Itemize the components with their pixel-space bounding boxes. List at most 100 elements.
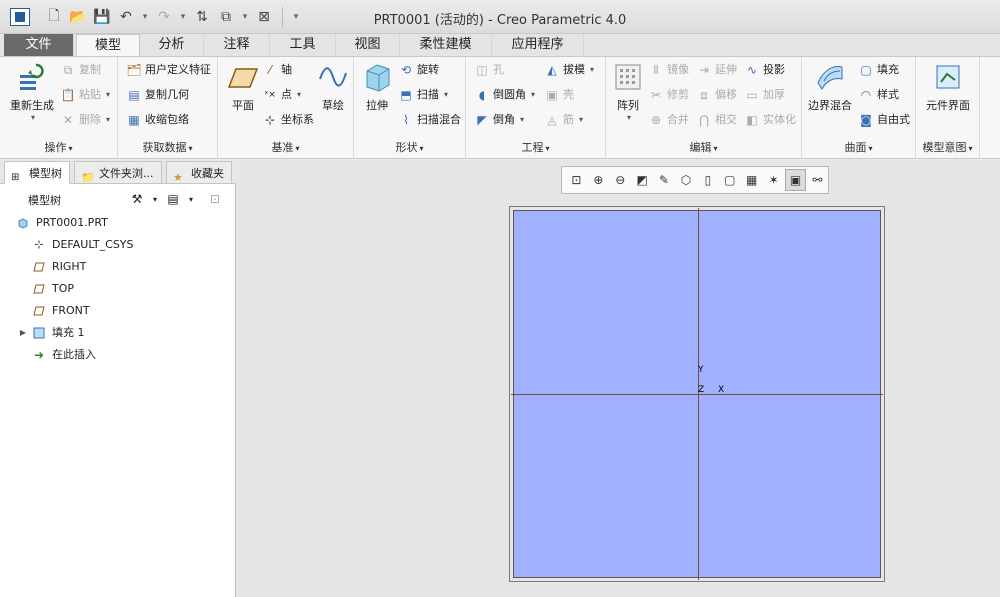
expand-arrow-icon[interactable]: ▶ xyxy=(18,326,28,340)
point-dropdown-icon[interactable]: ▾ xyxy=(297,84,301,106)
view-manager-icon[interactable]: ▯ xyxy=(697,169,718,191)
plane-button[interactable]: 平面 xyxy=(224,61,262,113)
tab-applications[interactable]: 应用程序 xyxy=(492,34,584,56)
fill-surface[interactable]: Y Z X xyxy=(511,208,883,580)
component-interface-button[interactable]: 元件界面 xyxy=(920,61,976,113)
chamfer-button[interactable]: ◤ 倒角 ▾ xyxy=(474,109,524,131)
tree-item-front[interactable]: FRONT xyxy=(32,300,90,322)
regenerate-dropdown-icon[interactable]: ▾ xyxy=(8,113,58,122)
solidify-button[interactable]: ◧ 实体化 xyxy=(744,109,796,131)
rib-dropdown-icon[interactable]: ▾ xyxy=(579,109,583,131)
sweep-button[interactable]: ⬒ 扫描 ▾ xyxy=(398,84,448,106)
delete-dropdown-icon[interactable]: ▾ xyxy=(106,109,110,131)
tab-model-tree[interactable]: ⊞ 模型树 xyxy=(4,161,70,184)
tree-item-top[interactable]: TOP xyxy=(32,278,74,300)
round-dropdown-icon[interactable]: ▾ xyxy=(531,84,535,106)
tab-analysis[interactable]: 分析 xyxy=(140,34,204,56)
group-operations: 重新生成 ▾ ⧉ 复制 📋 粘贴 ▾ ✕ 删除 ▾ 操作 ▾ xyxy=(0,57,118,159)
tab-view[interactable]: 视图 xyxy=(336,34,400,56)
tab-favorites[interactable]: ★ 收藏夹 xyxy=(166,161,232,184)
graphics-window[interactable]: ⊡ ⊕ ⊖ ◩ ✎ ⬡ ▯ ▢ ▦ ✶ ▣ ⚯ Y Z X xyxy=(237,160,1000,597)
project-button[interactable]: ∿ 投影 xyxy=(744,59,785,81)
style-button[interactable]: ◠ 样式 xyxy=(858,84,899,106)
pattern-button[interactable]: 阵列 ▾ xyxy=(610,61,646,122)
settings-dropdown-icon[interactable]: ▾ xyxy=(146,190,164,208)
tree-item-part[interactable]: PRT0001.PRT xyxy=(16,212,108,234)
show-icon[interactable]: ▤ xyxy=(164,190,182,208)
refit-icon[interactable]: ⊡ xyxy=(566,169,587,191)
group-label-get-data[interactable]: 获取数据 ▾ xyxy=(118,139,217,157)
filter-icon[interactable]: ⊡ xyxy=(206,190,224,208)
saved-orientations-icon[interactable]: ⬡ xyxy=(676,169,697,191)
copy-button[interactable]: ⧉ 复制 xyxy=(60,59,101,81)
draft-dropdown-icon[interactable]: ▾ xyxy=(590,59,594,81)
group-label-shapes[interactable]: 形状 ▾ xyxy=(354,139,465,157)
freestyle-button[interactable]: ◙ 自由式 xyxy=(858,109,910,131)
tab-model[interactable]: 模型 xyxy=(76,34,140,56)
hole-button[interactable]: ◫ 孔 xyxy=(474,59,504,81)
freestyle-icon: ◙ xyxy=(860,113,872,127)
group-label-operations[interactable]: 操作 ▾ xyxy=(0,139,117,157)
datum-display-icon[interactable]: ✶ xyxy=(763,169,784,191)
trim-button[interactable]: ✂ 修剪 xyxy=(648,84,689,106)
csys-button[interactable]: ⊹ 坐标系 xyxy=(262,109,314,131)
tab-file[interactable]: 文件 xyxy=(4,34,74,56)
fill-button[interactable]: ▢ 填充 xyxy=(858,59,899,81)
shrinkwrap-label: 收缩包络 xyxy=(145,113,189,126)
extend-button[interactable]: ⇥ 延伸 xyxy=(696,59,737,81)
axis-button[interactable]: ⁄ 轴 xyxy=(262,59,292,81)
paste-dropdown-icon[interactable]: ▾ xyxy=(106,84,110,106)
zoom-out-icon[interactable]: ⊖ xyxy=(610,169,631,191)
tab-flexible-modeling[interactable]: 柔性建模 xyxy=(400,34,492,56)
offset-button[interactable]: ⧈ 偏移 xyxy=(696,84,737,106)
tab-folder-browser[interactable]: 📁 文件夹浏... xyxy=(74,161,162,184)
tab-tools[interactable]: 工具 xyxy=(270,34,336,56)
thicken-button[interactable]: ▭ 加厚 xyxy=(744,84,785,106)
group-label-surfaces[interactable]: 曲面 ▾ xyxy=(802,139,915,157)
repaint-icon[interactable]: ◩ xyxy=(632,169,653,191)
tree-item-fill-1[interactable]: ▶ 填充 1 xyxy=(18,322,85,344)
mirror-button[interactable]: ⫴ 镜像 xyxy=(648,59,689,81)
paste-button[interactable]: 📋 粘贴 ▾ xyxy=(60,84,111,106)
show-dropdown-icon[interactable]: ▾ xyxy=(182,190,200,208)
tree-item-insert-here[interactable]: ➜ 在此插入 xyxy=(32,344,96,366)
annotation-display-icon[interactable]: ▣ xyxy=(785,169,807,191)
shell-button[interactable]: ▣ 壳 xyxy=(544,84,574,106)
section-icon[interactable]: ▦ xyxy=(741,169,762,191)
settings-tools-icon[interactable]: ⚒ xyxy=(128,190,146,208)
zoom-in-icon[interactable]: ⊕ xyxy=(588,169,609,191)
revolve-button[interactable]: ⟲ 旋转 xyxy=(398,59,439,81)
tab-annotate[interactable]: 注释 xyxy=(204,34,270,56)
udf-button[interactable]: 🗂 用户定义特征 xyxy=(126,59,211,81)
intersect-label: 相交 xyxy=(715,113,737,126)
ribbon-tabs: 文件 模型 分析 注释 工具 视图 柔性建模 应用程序 xyxy=(0,34,1000,56)
display-style-icon[interactable]: ✎ xyxy=(654,169,675,191)
delete-button[interactable]: ✕ 删除 ▾ xyxy=(60,109,110,131)
intersect-button[interactable]: ⋂ 相交 xyxy=(696,109,737,131)
perspective-icon[interactable]: ▢ xyxy=(719,169,740,191)
merge-button[interactable]: ⊕ 合并 xyxy=(648,109,689,131)
spin-center-icon[interactable]: ⚯ xyxy=(807,169,828,191)
rib-button[interactable]: ◬ 筋 ▾ xyxy=(544,109,583,131)
tree-item-default-csys[interactable]: ⊹ DEFAULT_CSYS xyxy=(32,234,133,256)
sketch-button[interactable]: 草绘 xyxy=(316,61,350,113)
shrinkwrap-button[interactable]: ▦ 收缩包络 xyxy=(126,109,189,131)
tree-item-right[interactable]: RIGHT xyxy=(32,256,86,278)
point-button[interactable]: ˣ× 点 ▾ xyxy=(262,84,301,106)
draft-button[interactable]: ◭ 拔模 ▾ xyxy=(544,59,594,81)
copy-geometry-button[interactable]: ▤ 复制几何 xyxy=(126,84,189,106)
boundary-blend-button[interactable]: 边界混合 xyxy=(806,61,854,113)
swept-blend-button[interactable]: ⌇ 扫描混合 xyxy=(398,109,461,131)
group-label-model-intent[interactable]: 模型意图 ▾ xyxy=(916,139,979,157)
extrude-button[interactable]: 拉伸 xyxy=(358,61,396,113)
pattern-dropdown-icon[interactable]: ▾ xyxy=(612,113,646,122)
group-label-editing[interactable]: 编辑 ▾ xyxy=(606,139,801,157)
group-label-engineering[interactable]: 工程 ▾ xyxy=(466,139,605,157)
sweep-dropdown-icon[interactable]: ▾ xyxy=(444,84,448,106)
csys-icon: ⊹ xyxy=(264,113,276,127)
group-label-datum[interactable]: 基准 ▾ xyxy=(218,139,353,157)
chamfer-dropdown-icon[interactable]: ▾ xyxy=(520,109,524,131)
datum-axis-icon: ⁄ xyxy=(268,63,271,77)
regenerate-button[interactable]: 重新生成 ▾ xyxy=(6,61,58,122)
round-button[interactable]: ◖ 倒圆角 ▾ xyxy=(474,84,535,106)
